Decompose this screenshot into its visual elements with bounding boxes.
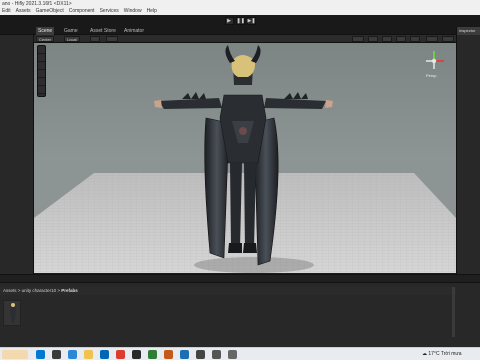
app-icon[interactable] — [196, 350, 205, 359]
animator-tab-label: Animator — [124, 28, 145, 34]
prefab-preview-icon — [10, 303, 16, 323]
menu-gameobject[interactable]: GameObject — [36, 8, 64, 15]
breadcrumb: Assets > unity character10 > Prefabs — [0, 287, 456, 295]
menu-help[interactable]: Help — [147, 8, 157, 15]
step-button[interactable]: ▶❚ — [246, 17, 256, 25]
edge-icon[interactable] — [68, 350, 77, 359]
shading-mode-dropdown[interactable] — [352, 36, 364, 42]
orientation-gizmo — [426, 51, 444, 69]
bottom-tabs — [0, 275, 480, 283]
scale-tool-icon[interactable] — [38, 71, 45, 78]
game-tab-label: Game — [64, 28, 78, 34]
scene-viewport[interactable]: Persp — [34, 43, 456, 273]
grid-toggle[interactable] — [90, 36, 100, 42]
scene-render — [34, 45, 456, 273]
tab-animator[interactable]: Animator — [122, 27, 146, 35]
menu-services[interactable]: Services — [100, 8, 119, 15]
toggle-2d-button[interactable] — [368, 36, 378, 42]
app-icon[interactable] — [212, 350, 221, 359]
unity-icon[interactable] — [132, 350, 141, 359]
chrome-icon[interactable] — [116, 350, 125, 359]
menu-edit[interactable]: Edit — [2, 8, 11, 15]
move-tool-icon[interactable] — [38, 55, 45, 62]
breadcrumb-path[interactable]: Assets > unity character10 > — [3, 288, 60, 293]
menu-window[interactable]: Window — [124, 8, 142, 15]
breadcrumb-current[interactable]: Prefabs — [61, 288, 78, 293]
hand-tool-icon[interactable] — [38, 47, 45, 54]
audio-toggle[interactable] — [396, 36, 406, 42]
character-shadow — [194, 257, 314, 273]
pivot-center-dropdown[interactable]: Center — [36, 36, 55, 42]
project-panel: Assets > unity character10 > Prefabs — [0, 274, 480, 347]
task-view-icon[interactable] — [52, 350, 61, 359]
effects-dropdown[interactable] — [410, 36, 420, 42]
weather-desc[interactable]: Trời mưa — [441, 351, 462, 357]
scene-tab-label: Scene — [38, 28, 53, 34]
lighting-toggle[interactable] — [382, 36, 392, 42]
main-toolbar: ▶ ❚❚ ▶❚ — [0, 15, 480, 27]
snap-toggle[interactable] — [106, 36, 118, 42]
file-explorer-icon[interactable] — [84, 350, 93, 359]
gizmos-dropdown[interactable] — [426, 36, 438, 42]
transform-tool-icon[interactable] — [38, 87, 45, 94]
app-icon[interactable] — [228, 350, 237, 359]
inspector-panel: Inspector — [456, 27, 480, 274]
menu-bar: Edit Assets GameObject Component Service… — [0, 8, 480, 15]
weather-temp[interactable]: 17°C — [428, 351, 439, 357]
scene-tool-strip — [37, 45, 46, 97]
tab-asset-store[interactable]: Asset Store — [88, 27, 118, 35]
prefab-asset-thumbnail[interactable] — [3, 300, 21, 326]
play-button[interactable]: ▶ — [224, 17, 234, 25]
system-tray: ☁ 17°C Trời mưa — [422, 349, 478, 360]
hierarchy-panel — [0, 27, 34, 274]
rotate-tool-icon[interactable] — [38, 63, 45, 70]
project-scrollbar[interactable] — [452, 287, 455, 337]
scene-toolbar: Center Local — [34, 35, 456, 43]
store-icon[interactable] — [100, 350, 109, 359]
rect-tool-icon[interactable] — [38, 79, 45, 86]
window-title-bar: ano - Hifly 2021.3.16f1 <DX11> — [0, 0, 480, 8]
persp-label[interactable]: Persp — [426, 73, 436, 78]
menu-component[interactable]: Component — [69, 8, 95, 15]
search-box[interactable] — [2, 350, 28, 359]
editor-tabs-row: Scene Game Asset Store Animator — [0, 27, 480, 35]
tab-game[interactable]: Game — [62, 27, 80, 35]
app-icon[interactable] — [180, 350, 189, 359]
local-global-dropdown[interactable]: Local — [64, 36, 80, 42]
tab-inspector[interactable]: Inspector — [457, 27, 480, 35]
pause-button[interactable]: ❚❚ — [235, 17, 245, 25]
window-title: ano - Hifly 2021.3.16f1 <DX11> — [2, 1, 72, 7]
menu-assets[interactable]: Assets — [16, 8, 31, 15]
app-icon[interactable] — [164, 350, 173, 359]
asset-store-tab-label: Asset Store — [90, 28, 116, 34]
start-icon[interactable] — [36, 350, 45, 359]
tab-scene[interactable]: Scene — [36, 27, 55, 35]
app-icon[interactable] — [148, 350, 157, 359]
scene-search-icon[interactable] — [442, 36, 454, 42]
taskbar: ☁ 17°C Trời mưa — [0, 347, 480, 360]
